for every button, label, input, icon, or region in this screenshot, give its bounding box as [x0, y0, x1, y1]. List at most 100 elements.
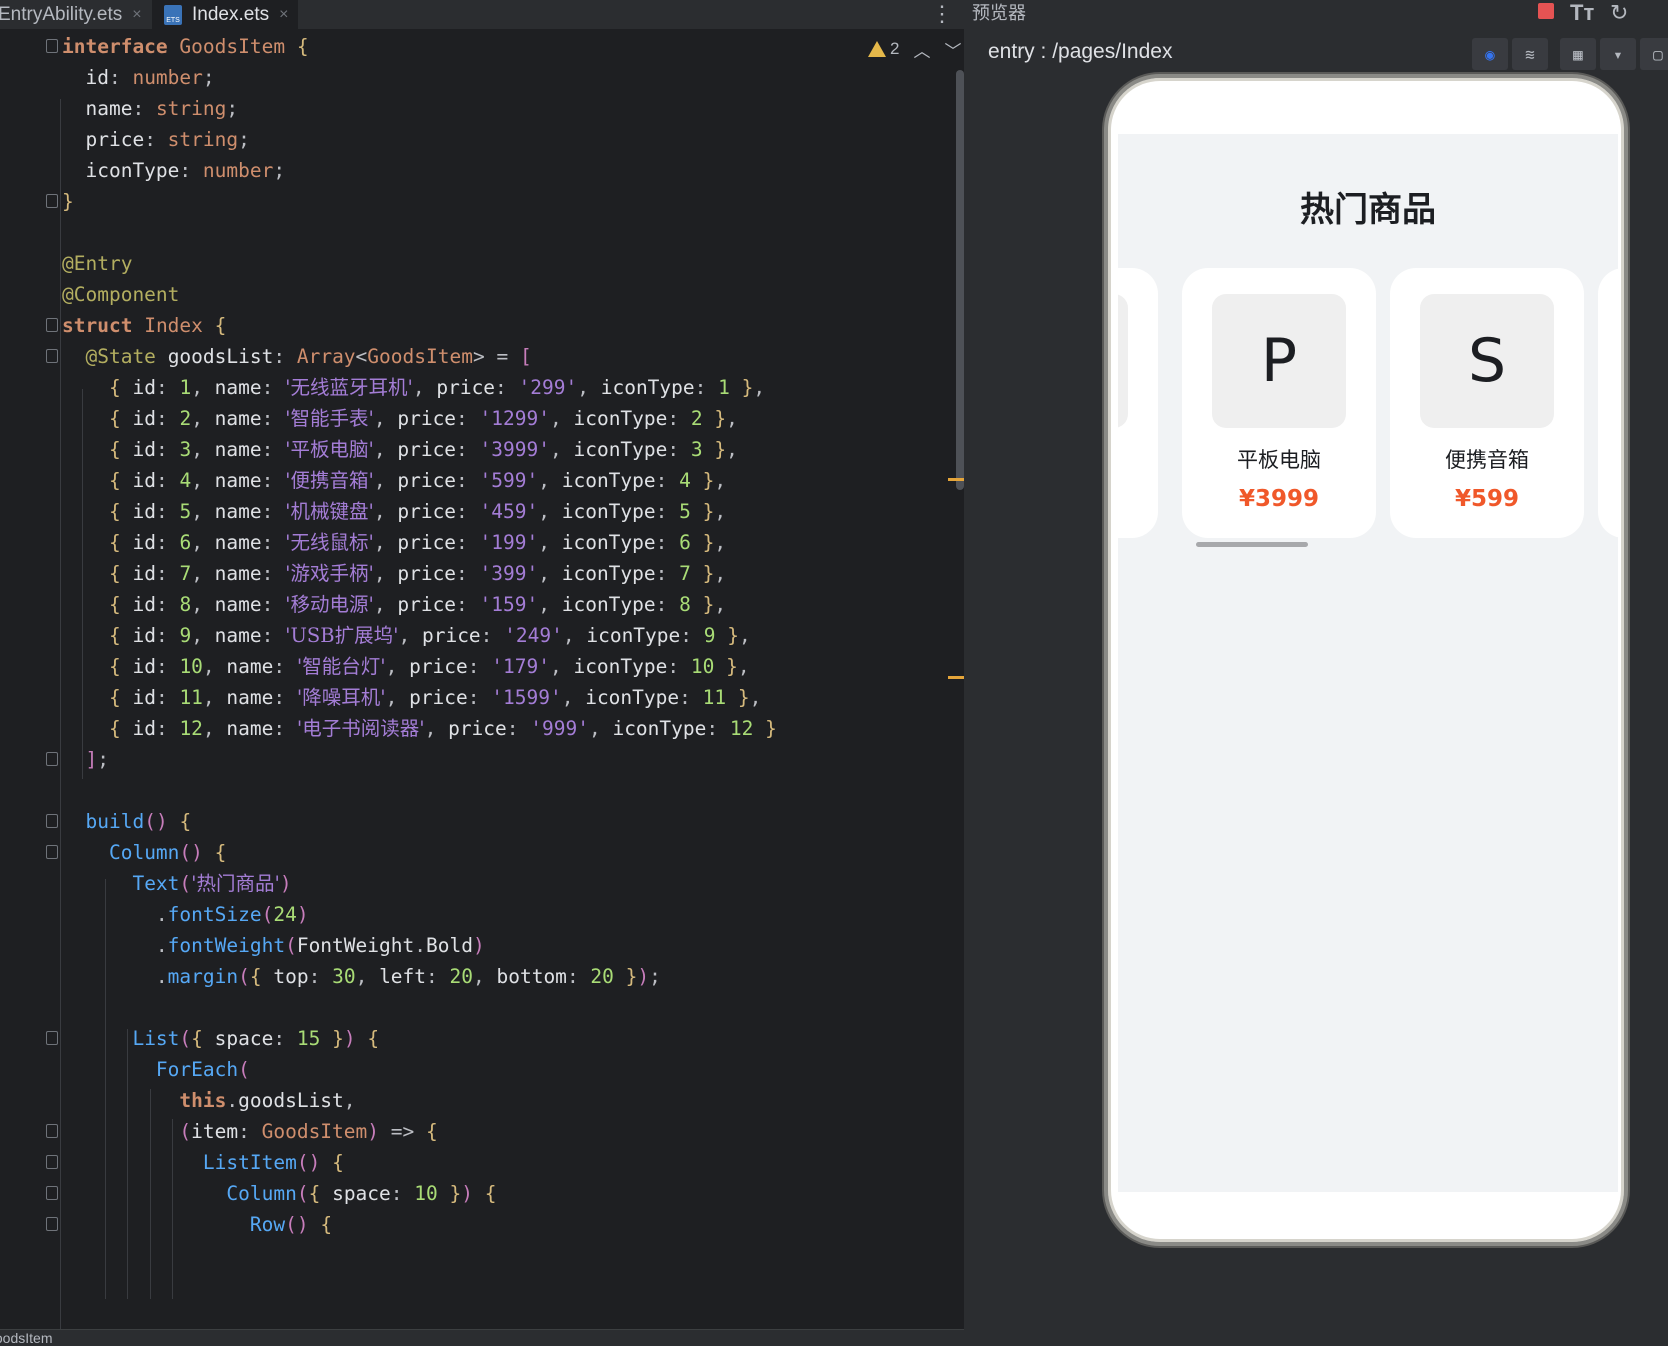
code-line[interactable]: name: string;	[0, 92, 940, 125]
fold-toggle-icon[interactable]	[46, 814, 58, 828]
code-line[interactable]: .fontSize(24)	[0, 898, 940, 931]
code-line[interactable]: Column() {	[0, 836, 940, 869]
close-icon[interactable]: ×	[132, 6, 141, 24]
device-screen[interactable]: 热门商品 P 平板电脑 ¥3999 S 便携音箱 ¥599	[1118, 134, 1618, 1192]
refresh-icon[interactable]: ↻	[1610, 0, 1628, 26]
goods-icon-box: P	[1212, 294, 1346, 428]
code-text: { id: 11, name: '降噪耳机', price: '1599', i…	[108, 686, 762, 709]
code-editor[interactable]: EntryAbility.ets × Index.ets × ⋮ interfa…	[0, 0, 964, 1346]
code-line[interactable]: .fontWeight(FontWeight.Bold)	[0, 929, 940, 962]
code-line[interactable]: Row() {	[0, 1208, 940, 1241]
fold-toggle-icon[interactable]	[46, 1217, 58, 1231]
code-line[interactable]: struct Index {	[0, 309, 940, 342]
goods-card[interactable]	[1118, 268, 1158, 538]
breadcrumb-item[interactable]: GoodsItem	[0, 1330, 52, 1346]
code-line[interactable]: { id: 3, name: '平板电脑', price: '3999', ic…	[0, 433, 940, 466]
close-icon[interactable]: ×	[279, 6, 288, 24]
code-text: this.goodsList,	[179, 1089, 356, 1112]
code-text: { id: 2, name: '智能手表', price: '1299', ic…	[108, 407, 738, 430]
previewer-panel: 预览器 Tт ↻ entry : /pages/Index ◉ ≋ ▦ ▾ ▢ …	[964, 0, 1668, 1346]
code-text: @Component	[62, 283, 180, 306]
code-line[interactable]: this.goodsList,	[0, 1084, 940, 1117]
code-line[interactable]: @Component	[0, 278, 940, 311]
code-text: { id: 7, name: '游戏手柄', price: '399', ico…	[108, 562, 727, 585]
code-line[interactable]: { id: 9, name: 'USB扩展坞', price: '249', i…	[0, 619, 940, 652]
code-text: ForEach(	[155, 1058, 250, 1081]
code-line[interactable]: @Entry	[0, 247, 940, 280]
code-line[interactable]: (item: GoodsItem) => {	[0, 1115, 940, 1148]
code-line[interactable]: { id: 12, name: '电子书阅读器', price: '999', …	[0, 712, 940, 745]
code-line[interactable]: build() {	[0, 805, 940, 838]
chevron-down-icon[interactable]: ▾	[1600, 38, 1636, 70]
goods-card[interactable]	[1598, 268, 1618, 538]
layers-icon[interactable]: ≋	[1512, 38, 1548, 70]
code-area[interactable]: interface GoodsItem { id: number; name: …	[0, 29, 964, 1346]
fold-toggle-icon[interactable]	[46, 39, 58, 53]
code-line[interactable]: List({ space: 15 }) {	[0, 1022, 940, 1055]
stop-icon[interactable]	[1538, 3, 1554, 19]
more-options-icon[interactable]: ⋮	[931, 0, 953, 29]
code-line[interactable]: { id: 4, name: '便携音箱', price: '599', ico…	[0, 464, 940, 497]
code-line[interactable]: { id: 7, name: '游戏手柄', price: '399', ico…	[0, 557, 940, 590]
code-text: }	[62, 190, 74, 213]
code-line[interactable]	[0, 774, 940, 807]
indent-guide	[82, 389, 83, 779]
code-text: { id: 5, name: '机械键盘', price: '459', ico…	[108, 500, 727, 523]
code-line[interactable]: Text('热门商品')	[0, 867, 940, 900]
code-line[interactable]: { id: 1, name: '无线蓝牙耳机', price: '299', i…	[0, 371, 940, 404]
code-text: .fontWeight(FontWeight.Bold)	[62, 934, 485, 957]
warning-marker[interactable]	[948, 676, 964, 679]
code-line[interactable]: Column({ space: 10 }) {	[0, 1177, 940, 1210]
code-line[interactable]	[0, 216, 940, 249]
code-line[interactable]: { id: 8, name: '移动电源', price: '159', ico…	[0, 588, 940, 621]
code-text: struct Index {	[62, 314, 227, 337]
font-size-icon[interactable]: Tт	[1570, 0, 1594, 26]
fold-toggle-icon[interactable]	[46, 349, 58, 363]
code-line[interactable]: { id: 11, name: '降噪耳机', price: '1599', i…	[0, 681, 940, 714]
code-line[interactable]: interface GoodsItem {	[0, 30, 940, 63]
code-text: { id: 3, name: '平板电脑', price: '3999', ic…	[108, 438, 738, 461]
fold-toggle-icon[interactable]	[46, 845, 58, 859]
chevron-up-icon[interactable]: ︿	[913, 37, 930, 62]
code-line[interactable]	[0, 991, 940, 1024]
code-line[interactable]: .margin({ top: 30, left: 20, bottom: 20 …	[0, 960, 940, 993]
code-line[interactable]: { id: 10, name: '智能台灯', price: '179', ic…	[0, 650, 940, 683]
code-line[interactable]: ListItem() {	[0, 1146, 940, 1179]
fold-toggle-icon[interactable]	[46, 752, 58, 766]
code-line[interactable]: id: number;	[0, 61, 940, 94]
tab-index[interactable]: Index.ets ×	[152, 0, 298, 29]
code-line[interactable]: iconType: number;	[0, 154, 940, 187]
fold-toggle-icon[interactable]	[46, 1186, 58, 1200]
inspector-icon[interactable]: ◉	[1472, 38, 1508, 70]
tab-entryability[interactable]: EntryAbility.ets ×	[0, 0, 148, 29]
rotate-icon[interactable]: ▢	[1640, 38, 1668, 70]
fold-toggle-icon[interactable]	[46, 1031, 58, 1045]
fold-toggle-icon[interactable]	[46, 318, 58, 332]
code-line[interactable]: price: string;	[0, 123, 940, 156]
code-text: (item: GoodsItem) => {	[179, 1120, 438, 1143]
warning-marker[interactable]	[948, 478, 964, 481]
code-line[interactable]: ForEach(	[0, 1053, 940, 1086]
multi-device-icon[interactable]: ▦	[1560, 38, 1596, 70]
code-text: interface GoodsItem {	[62, 35, 309, 58]
code-line[interactable]: { id: 2, name: '智能手表', price: '1299', ic…	[0, 402, 940, 435]
code-line[interactable]: { id: 5, name: '机械键盘', price: '459', ico…	[0, 495, 940, 528]
code-line[interactable]: @State goodsList: Array<GoodsItem> = [	[0, 340, 940, 373]
code-line[interactable]: ];	[0, 743, 940, 776]
code-text: List({ space: 15 }) {	[132, 1027, 380, 1050]
vertical-scrollbar[interactable]	[956, 70, 964, 490]
inspection-widget[interactable]: 2 ︿ ﹀	[868, 36, 961, 62]
goods-card[interactable]: P 平板电脑 ¥3999	[1182, 268, 1376, 538]
goods-card[interactable]: S 便携音箱 ¥599	[1390, 268, 1584, 538]
fold-toggle-icon[interactable]	[46, 1124, 58, 1138]
chevron-down-icon[interactable]: ﹀	[944, 37, 961, 62]
code-line[interactable]: }	[0, 185, 940, 218]
indent-guide	[60, 99, 61, 1346]
code-line[interactable]: { id: 6, name: '无线鼠标', price: '199', ico…	[0, 526, 940, 559]
horizontal-scrollbar[interactable]	[1196, 542, 1308, 547]
tab-label: Index.ets	[192, 3, 270, 25]
code-text: .fontSize(24)	[62, 903, 309, 926]
fold-toggle-icon[interactable]	[46, 1155, 58, 1169]
fold-toggle-icon[interactable]	[46, 194, 58, 208]
breadcrumb[interactable]: GoodsItem	[0, 1329, 964, 1346]
